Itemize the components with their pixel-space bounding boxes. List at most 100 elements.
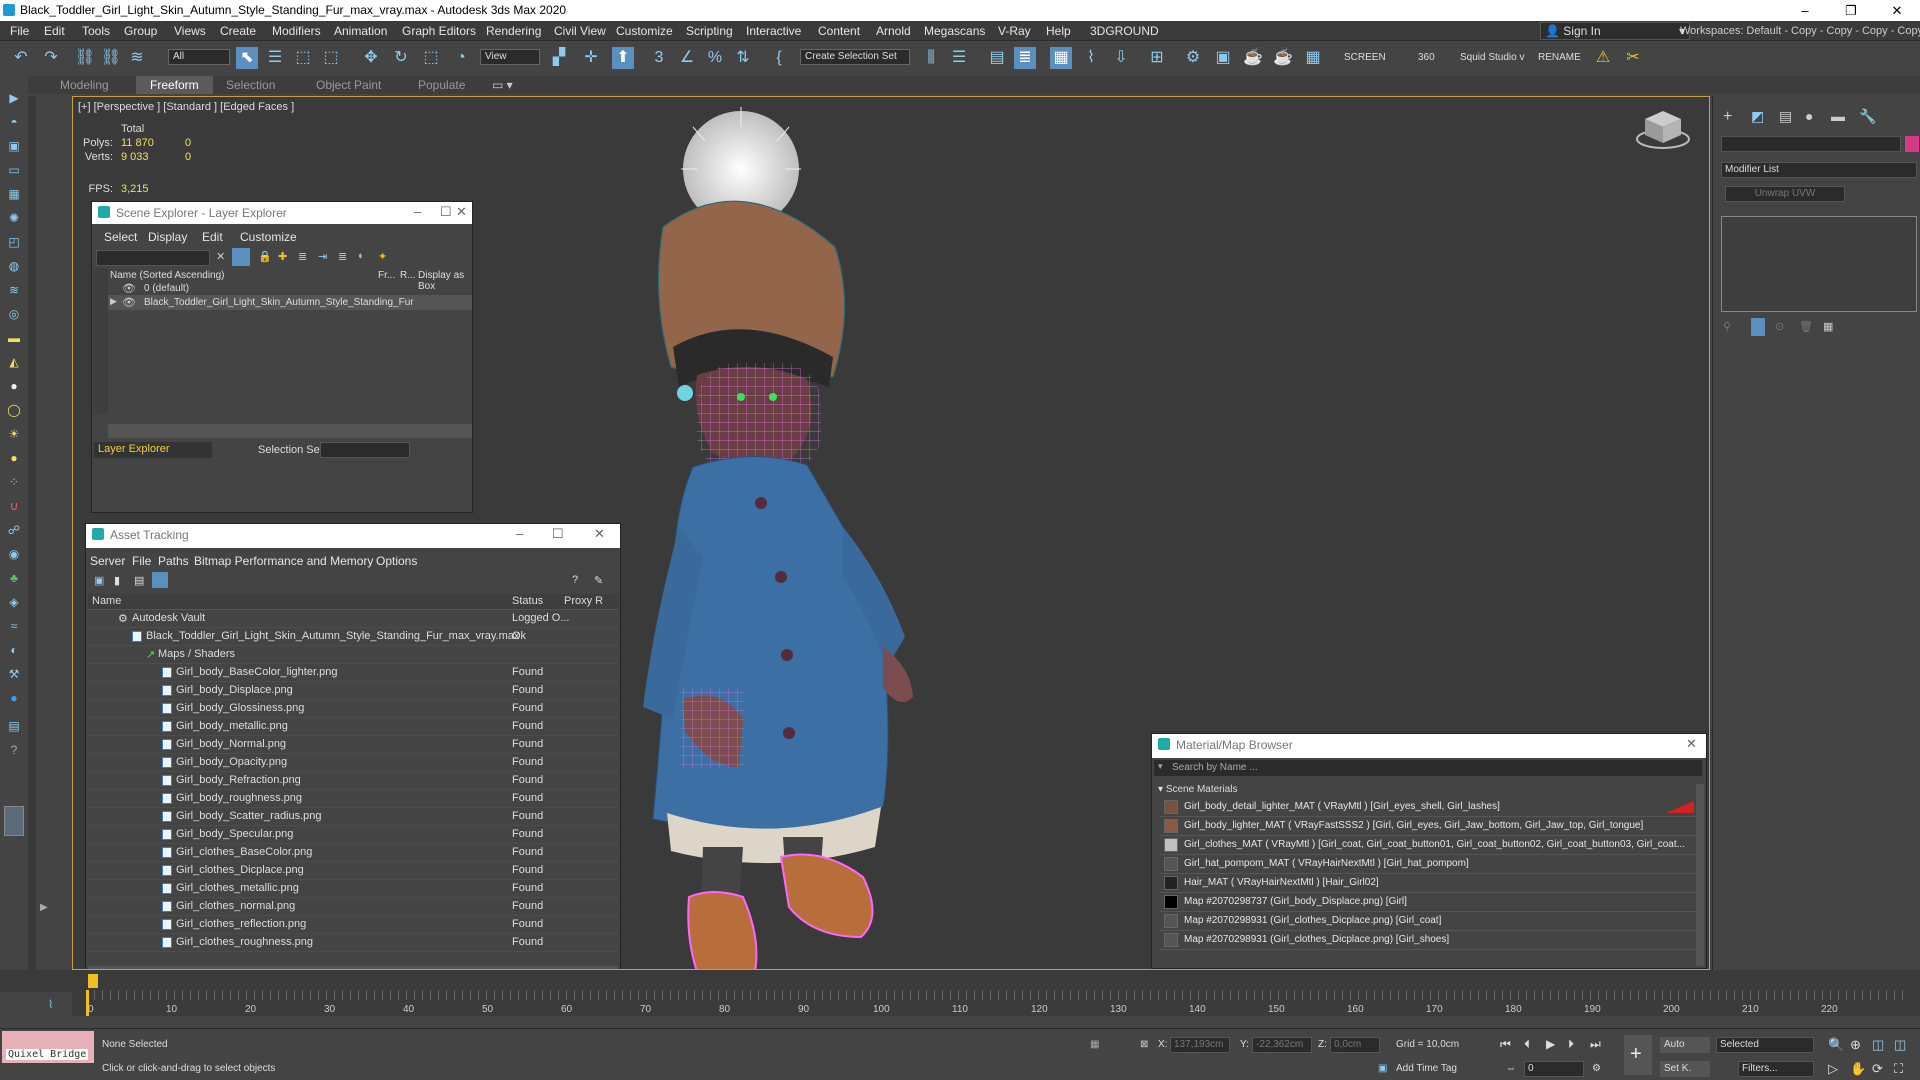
- material-editor-icon[interactable]: ⊞: [1146, 47, 1168, 69]
- magnet-icon[interactable]: ∪: [6, 498, 22, 514]
- x-coord-field[interactable]: 137,193cm: [1174, 1039, 1223, 1050]
- selection-filter-dropdown[interactable]: All: [168, 49, 230, 65]
- system-icon[interactable]: ◎: [6, 306, 22, 322]
- angle-snap-icon[interactable]: ∠: [676, 47, 698, 69]
- link-icon[interactable]: ⛓: [74, 47, 96, 69]
- geosphere-icon[interactable]: ●: [6, 378, 22, 394]
- menu-edit[interactable]: Edit: [202, 230, 223, 244]
- plane-icon[interactable]: ▭: [6, 162, 22, 178]
- play-icon[interactable]: ▶: [1546, 1037, 1555, 1051]
- sphere-light-icon[interactable]: ●: [6, 450, 22, 466]
- set-key-button[interactable]: Set K.: [1664, 1063, 1691, 1074]
- menu-bitmap-performance[interactable]: Bitmap Performance and Memory: [194, 554, 373, 568]
- percent-snap-icon[interactable]: %: [704, 47, 726, 69]
- maximize-viewport-icon[interactable]: ⛶: [1894, 1061, 1903, 1077]
- field-of-view-icon[interactable]: ▷: [1828, 1061, 1838, 1077]
- zoom-extents-icon[interactable]: ◫: [1872, 1037, 1884, 1053]
- asset-row-vault[interactable]: ⚙ Autodesk Vault Logged O...: [88, 610, 618, 628]
- orbit-icon[interactable]: ⟳: [1872, 1061, 1883, 1077]
- menu-edit[interactable]: Edit: [44, 24, 65, 38]
- layers-icon[interactable]: ≣: [298, 250, 307, 263]
- zoom-all-icon[interactable]: ⊕: [1850, 1037, 1861, 1053]
- menu-options[interactable]: Options: [376, 554, 417, 568]
- utilities-tab-icon[interactable]: 🔧: [1859, 108, 1876, 125]
- helper-icon[interactable]: ◍: [6, 258, 22, 274]
- menu-group[interactable]: Group: [124, 24, 157, 38]
- rename-label[interactable]: RENAME: [1538, 52, 1581, 63]
- tab-modeling[interactable]: Modeling: [60, 78, 109, 92]
- warning-icon[interactable]: ⚠: [1592, 47, 1614, 69]
- viewcube-icon[interactable]: [1633, 105, 1693, 153]
- maximize-icon[interactable]: ☐: [440, 204, 452, 220]
- time-config-icon[interactable]: ⚙: [1592, 1063, 1601, 1074]
- viewport-layout-icon[interactable]: [4, 806, 24, 836]
- redo-icon[interactable]: ↷: [40, 47, 62, 69]
- zoom-extents-all-icon[interactable]: ◫: [1894, 1037, 1906, 1053]
- time-slider[interactable]: [0, 970, 1920, 992]
- asset-row-map[interactable]: Girl_clothes_metallic.png Found: [88, 880, 618, 898]
- configure-sets-icon[interactable]: ▦: [1823, 320, 1833, 333]
- show-end-result-icon[interactable]: [1751, 318, 1765, 336]
- layer-row-default[interactable]: 👁 0 (default): [108, 282, 472, 296]
- menu-arnold[interactable]: Arnold: [876, 24, 911, 38]
- sphere-icon[interactable]: ◓: [6, 114, 22, 130]
- menu-create[interactable]: Create: [220, 24, 256, 38]
- column-name[interactable]: Name: [92, 595, 121, 607]
- bone-icon[interactable]: ☍: [6, 522, 22, 538]
- previous-frame-icon[interactable]: ⏴: [1524, 1037, 1530, 1052]
- viewport-label[interactable]: [+] [Perspective ] [Standard ] [Edged Fa…: [78, 101, 294, 113]
- light-icon[interactable]: ✺: [6, 210, 22, 226]
- asset-row-map[interactable]: Girl_body_Specular.png Found: [88, 826, 618, 844]
- scale-icon[interactable]: ⬚: [420, 47, 442, 69]
- menu-select[interactable]: Select: [104, 230, 137, 244]
- render-production-icon[interactable]: ☕: [1242, 47, 1264, 69]
- curve-editor-icon[interactable]: ⌇: [1080, 47, 1102, 69]
- menu-civil-view[interactable]: Civil View: [554, 24, 606, 38]
- pan-icon[interactable]: ✋: [1850, 1061, 1866, 1077]
- lock-icon[interactable]: 🔒: [258, 250, 272, 263]
- key-filters-button[interactable]: Filters...: [1742, 1063, 1778, 1074]
- create-tab-icon[interactable]: +: [1723, 108, 1732, 126]
- menu-content[interactable]: Content: [818, 24, 860, 38]
- highlight-icon[interactable]: ✎: [594, 574, 603, 587]
- menu-display[interactable]: Display: [148, 230, 187, 244]
- select-by-name-icon[interactable]: ☰: [264, 47, 286, 69]
- pivot-icon[interactable]: ▞: [548, 47, 570, 69]
- asset-row-map[interactable]: Girl_body_Scatter_radius.png Found: [88, 808, 618, 826]
- num360-label[interactable]: 360: [1418, 52, 1435, 63]
- column-name-sorted[interactable]: Name (Sorted Ascending): [110, 270, 225, 281]
- bind-spacewarp-icon[interactable]: ≋: [126, 47, 148, 69]
- toggle-ribbon-icon[interactable]: ▦: [1050, 47, 1072, 69]
- menu-modifiers[interactable]: Modifiers: [272, 24, 321, 38]
- keyboard-shortcut-icon[interactable]: ⬆: [612, 47, 634, 69]
- screen-label[interactable]: SCREEN: [1344, 52, 1386, 63]
- refresh-icon[interactable]: ▣: [94, 574, 104, 587]
- asset-row-map[interactable]: Girl_clothes_roughness.png Found: [88, 934, 618, 952]
- ribbon-options-icon[interactable]: ▭ ▾: [492, 78, 513, 92]
- display-tab-icon[interactable]: ▬: [1831, 108, 1845, 124]
- add-time-tag-button[interactable]: Add Time Tag: [1396, 1063, 1457, 1074]
- camera-icon[interactable]: ◰: [6, 234, 22, 250]
- rotate-icon[interactable]: ↻: [390, 47, 412, 69]
- minimize-icon[interactable]: –: [516, 526, 523, 541]
- asset-row-map[interactable]: Girl_clothes_BaseColor.png Found: [88, 844, 618, 862]
- menu-vray[interactable]: V-Ray: [998, 24, 1031, 38]
- close-icon[interactable]: ✕: [594, 526, 605, 542]
- squid-studio-label[interactable]: Squid Studio v: [1460, 52, 1525, 63]
- create-icon[interactable]: ▶: [6, 90, 22, 106]
- pin-stack-icon[interactable]: ⚲: [1723, 320, 1731, 333]
- go-to-start-icon[interactable]: ⏮: [1500, 1037, 1511, 1052]
- display-icon[interactable]: ◐: [6, 642, 22, 658]
- material-vertical-scrollbar[interactable]: [1696, 784, 1704, 966]
- horizontal-scrollbar[interactable]: [108, 424, 472, 438]
- box-icon[interactable]: ▣: [6, 138, 22, 154]
- quixel-bridge-button[interactable]: Quixel Bridge: [2, 1031, 94, 1063]
- go-to-end-icon[interactable]: ⏭: [1590, 1037, 1601, 1052]
- place-icon[interactable]: ◔: [450, 47, 472, 69]
- perspective-viewport[interactable]: [+] [Perspective ] [Standard ] [Edged Fa…: [72, 96, 1710, 970]
- spinner-snap-icon[interactable]: ⇅: [732, 47, 754, 69]
- highlight-icon[interactable]: ◐: [358, 250, 365, 262]
- column-freeze[interactable]: Fr...: [378, 270, 395, 281]
- asset-row-maps-group[interactable]: ↗ Maps / Shaders: [88, 646, 618, 664]
- torus-icon[interactable]: ◯: [6, 402, 22, 418]
